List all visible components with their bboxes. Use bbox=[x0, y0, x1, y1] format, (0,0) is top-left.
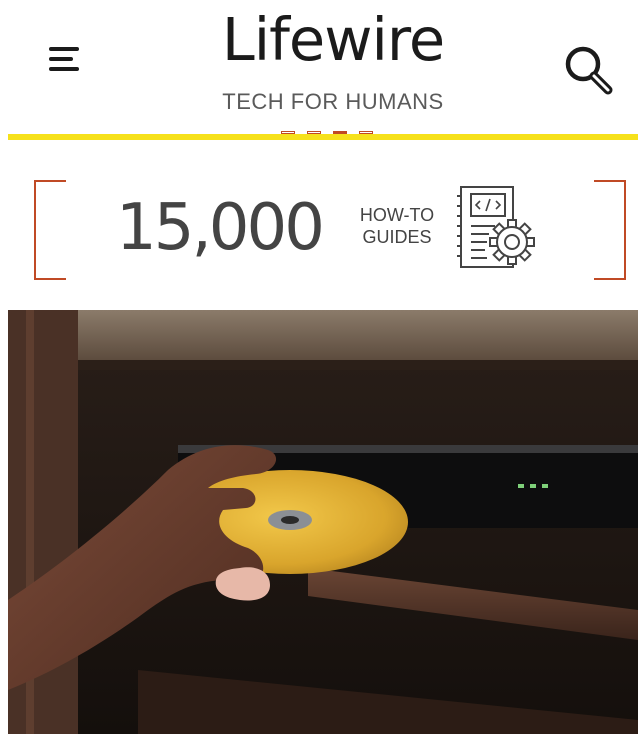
hamburger-menu-icon-middle-bar bbox=[49, 57, 73, 61]
guides-label: HOW-TO GUIDES bbox=[352, 204, 442, 248]
site-tagline: TECH FOR HUMANS bbox=[222, 89, 444, 114]
carousel-dot-1[interactable] bbox=[281, 131, 295, 134]
left-bracket bbox=[34, 180, 66, 280]
code-document-gear-icon bbox=[455, 184, 541, 274]
carousel-dot-2[interactable] bbox=[307, 131, 321, 134]
hero-photo bbox=[8, 310, 638, 734]
carousel-dot-4[interactable] bbox=[359, 131, 373, 134]
carousel-indicators bbox=[281, 131, 381, 137]
page: Lifewire TECH FOR HUMANS 15,000 HOW-TO G… bbox=[0, 0, 638, 734]
right-bracket bbox=[594, 180, 626, 280]
hamburger-menu-icon-bottom-bar bbox=[49, 67, 79, 71]
hero-image[interactable] bbox=[8, 310, 638, 734]
search-icon bbox=[565, 46, 613, 95]
guides-label-line1: HOW-TO bbox=[359, 205, 435, 225]
search-button[interactable] bbox=[552, 34, 622, 104]
hamburger-menu-icon bbox=[49, 47, 79, 51]
promo-banner[interactable]: 15,000 HOW-TO GUIDES bbox=[0, 160, 638, 300]
guides-label-line2: GUIDES bbox=[362, 227, 432, 247]
menu-button[interactable] bbox=[34, 36, 96, 86]
site-logo[interactable]: Lifewire bbox=[150, 4, 516, 76]
guides-count: 15,000 bbox=[116, 191, 325, 265]
site-header: Lifewire TECH FOR HUMANS bbox=[0, 0, 638, 140]
carousel-dot-3[interactable] bbox=[333, 131, 347, 134]
